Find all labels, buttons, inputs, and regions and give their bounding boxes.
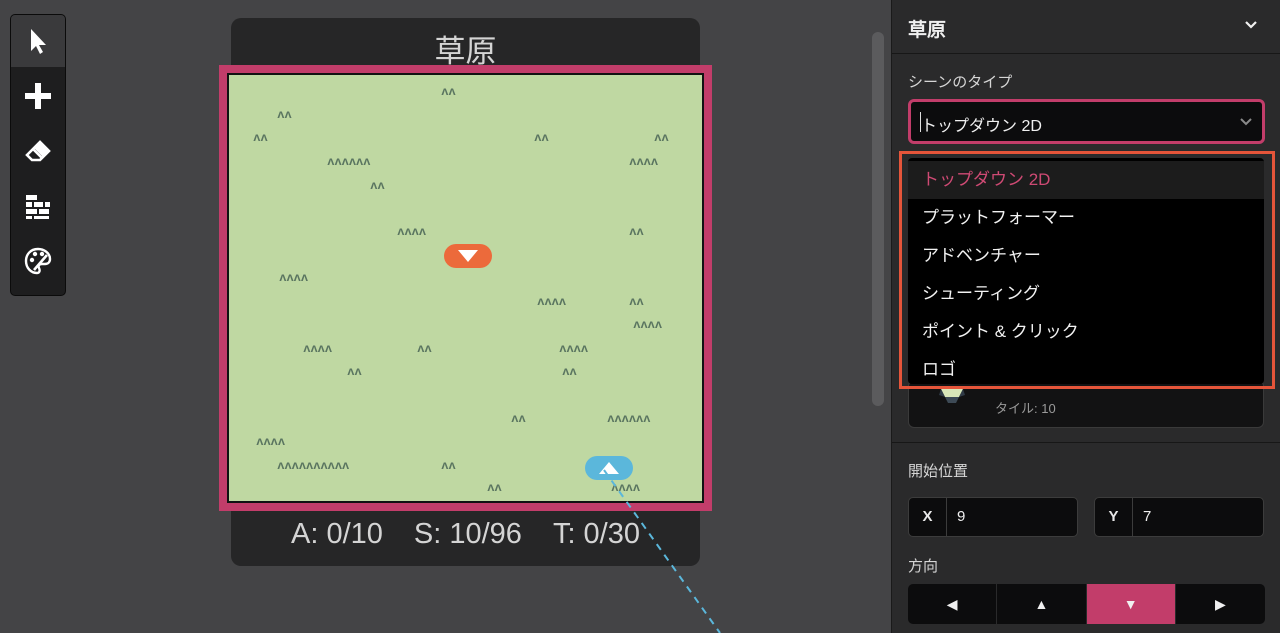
scene-type-option[interactable]: ロゴ xyxy=(908,351,1264,384)
grass-tile: ᴧᴧ xyxy=(629,294,644,308)
scene-type-option[interactable]: プラットフォーマー xyxy=(908,199,1264,237)
grass-tile: ᴧᴧ xyxy=(654,130,669,144)
grass-tile: ᴧᴧᴧᴧ xyxy=(303,341,332,355)
grass-tile: ᴧᴧᴧᴧ xyxy=(633,317,662,331)
scene-canvas[interactable]: ᴧᴧ ᴧᴧ ᴧᴧ ᴧᴧ ᴧᴧ ᴧᴧᴧᴧᴧᴧ ᴧᴧᴧᴧ ᴧᴧ ᴧᴧᴧᴧ ᴧᴧ ᴧᴧᴧᴧ ᴧᴧᴧᴧ ᴧᴧ ᴧᴧ… xyxy=(229,75,702,501)
start-y-field[interactable]: Y 7 xyxy=(1094,497,1264,537)
grass-tile: ᴧᴧ xyxy=(562,364,577,378)
start-y-value: 7 xyxy=(1143,508,1152,525)
actor-count: A: 0/10 xyxy=(291,518,383,550)
player-start-marker[interactable] xyxy=(585,456,633,480)
grass-tile: ᴧᴧ xyxy=(277,107,292,121)
scene-type-option[interactable]: シューティング xyxy=(908,275,1264,313)
direction-right-button[interactable]: ▶ xyxy=(1176,584,1265,624)
up-arrow-icon xyxy=(599,462,619,474)
grass-tile: ᴧᴧᴧᴧᴧᴧᴧᴧᴧᴧ xyxy=(277,458,350,472)
sidebar-header: 草原 xyxy=(892,0,1280,54)
down-arrow-icon xyxy=(458,250,478,262)
grass-tile: ᴧᴧ xyxy=(487,480,502,494)
eraser-tool-button[interactable] xyxy=(11,125,65,177)
grass-tile: ᴧᴧ xyxy=(441,458,456,472)
grass-tile: ᴧᴧᴧᴧ xyxy=(611,480,640,494)
x-axis-label: X xyxy=(909,498,947,536)
grass-tile: ᴧᴧ xyxy=(534,130,549,144)
section-divider xyxy=(892,442,1280,443)
grass-tile: ᴧᴧ xyxy=(441,84,456,98)
grass-tile: ᴧᴧᴧᴧᴧᴧ xyxy=(607,411,651,425)
scene-selection-frame: ᴧᴧ ᴧᴧ ᴧᴧ ᴧᴧ ᴧᴧ ᴧᴧᴧᴧᴧᴧ ᴧᴧᴧᴧ ᴧᴧ ᴧᴧᴧᴧ ᴧᴧ ᴧᴧᴧᴧ ᴧᴧᴧᴧ ᴧᴧ ᴧᴧ… xyxy=(219,65,712,511)
canvas-scrollbar[interactable] xyxy=(872,32,884,406)
grass-tile: ᴧᴧᴧᴧ xyxy=(397,224,426,238)
scene-type-select[interactable]: トップダウン 2D xyxy=(908,99,1265,144)
bricks-icon xyxy=(26,195,50,219)
colorize-tool-button[interactable] xyxy=(11,235,65,287)
direction-up-button[interactable]: ▲ xyxy=(997,584,1087,624)
grass-tile: ᴧᴧᴧᴧ xyxy=(279,270,308,284)
direction-left-button[interactable]: ◀ xyxy=(908,584,998,624)
plus-icon xyxy=(25,83,51,109)
scene-type-option[interactable]: アドベンチャー xyxy=(908,237,1264,275)
sidebar-title: 草原 xyxy=(908,20,947,41)
grass-tile: ᴧᴧ xyxy=(511,411,526,425)
select-tool-button[interactable] xyxy=(11,15,65,67)
grass-tile: ᴧᴧ xyxy=(417,341,432,355)
scene-type-dropdown: トップダウン 2D プラットフォーマー アドベンチャー シューティング ポイント… xyxy=(908,158,1264,384)
add-tool-button[interactable] xyxy=(11,70,65,122)
start-x-value: 9 xyxy=(957,508,966,525)
start-position-label: 開始位置 xyxy=(908,463,969,480)
scene-stats: A: 0/10 S: 10/96 T: 0/30 xyxy=(231,518,700,551)
tiles-tool-button[interactable] xyxy=(11,180,65,232)
grass-tile: ᴧᴧ xyxy=(347,364,362,378)
cursor-icon xyxy=(31,29,46,54)
grass-tile: ᴧᴧ xyxy=(370,178,385,192)
grass-tile: ᴧᴧ xyxy=(253,130,268,144)
grass-tile: ᴧᴧᴧᴧ xyxy=(537,294,566,308)
grass-tile: ᴧᴧᴧᴧ xyxy=(559,341,588,355)
y-axis-label: Y xyxy=(1095,498,1133,536)
scene-type-label: シーンのタイプ xyxy=(908,74,1013,91)
eraser-icon xyxy=(25,140,51,162)
grass-tile: ᴧᴧᴧᴧ xyxy=(256,434,285,448)
direction-label: 方向 xyxy=(908,558,939,575)
grass-tile: ᴧᴧᴧᴧ xyxy=(629,154,658,168)
sprite-count: S: 10/96 xyxy=(413,518,522,550)
direction-selector: ◀ ▲ ▼ ▶ xyxy=(908,584,1265,624)
chevron-down-icon[interactable] xyxy=(1243,18,1259,32)
scene-type-option[interactable]: ポイント & クリック xyxy=(908,313,1264,351)
tool-palette xyxy=(10,14,66,296)
tile-count: タイル: 10 xyxy=(995,401,1056,416)
editor-app: 草原 A: 0/10 S: 10/96 T: 0/30 ᴧᴧ ᴧᴧ ᴧᴧ ᴧᴧ ᴧᴧ ᴧᴧ… xyxy=(0,0,1280,633)
palette-icon xyxy=(24,247,52,275)
start-x-field[interactable]: X 9 xyxy=(908,497,1078,537)
actor-marker[interactable] xyxy=(444,244,492,268)
chevron-down-icon xyxy=(1240,118,1252,126)
grass-tile: ᴧᴧᴧᴧᴧᴧ xyxy=(327,154,371,168)
trigger-count: T: 0/30 xyxy=(552,518,640,550)
grass-tile: ᴧᴧ xyxy=(629,224,644,238)
direction-down-button[interactable]: ▼ xyxy=(1086,584,1176,624)
scene-type-option[interactable]: トップダウン 2D xyxy=(908,161,1264,199)
scene-type-value: トップダウン 2D xyxy=(921,118,1042,135)
